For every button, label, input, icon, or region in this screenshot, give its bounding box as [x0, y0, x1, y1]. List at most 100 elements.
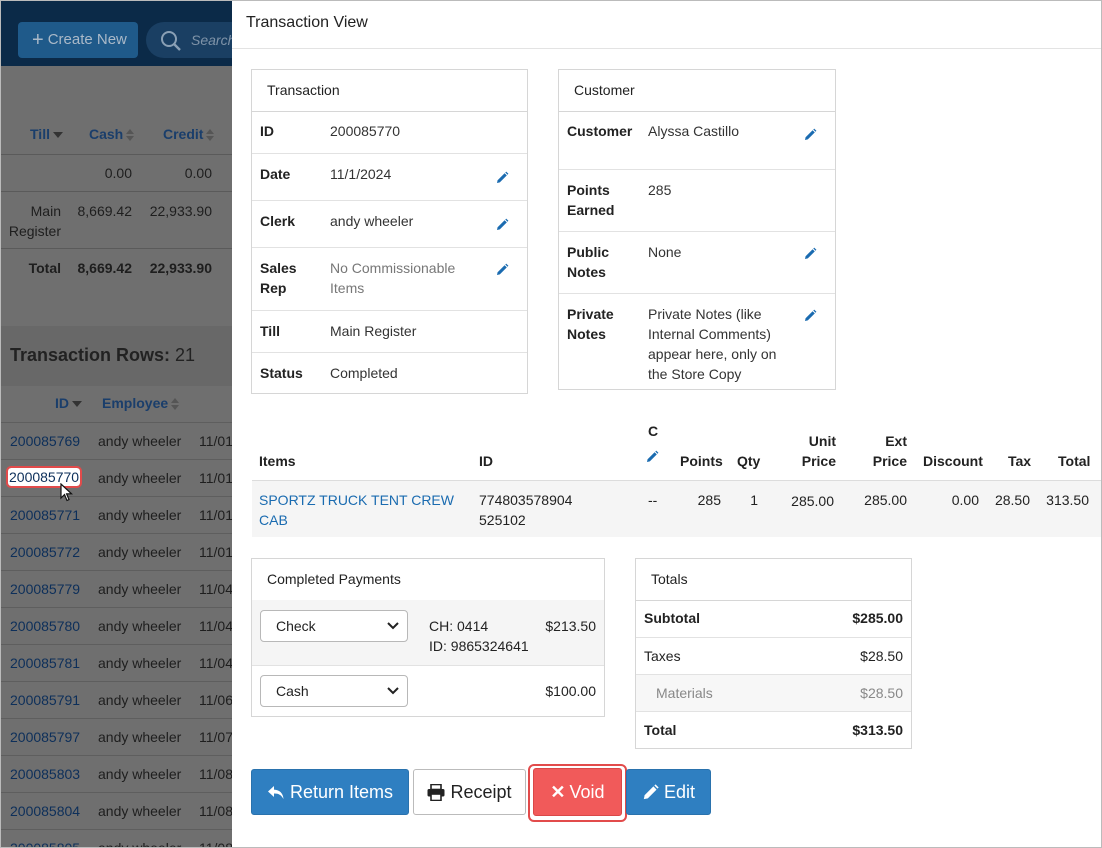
date-cell: 11/04 — [199, 655, 232, 671]
field-label: Till — [260, 323, 280, 339]
field-label: Status — [260, 365, 303, 381]
till-value: Main Register — [330, 323, 417, 339]
transaction-id-row: ID 200085770 — [252, 111, 527, 153]
column-header-credit[interactable]: Credit — [163, 126, 215, 142]
field-label: Total — [644, 722, 677, 738]
clerk-row: Clerk andy wheeler — [252, 200, 527, 248]
transaction-id-link[interactable]: 200085781 — [10, 655, 80, 671]
item-unit-price: 285.00 — [791, 493, 834, 509]
pencil-icon — [643, 784, 659, 800]
payment-detail: CH: 0414 ID: 9865324641 — [429, 618, 529, 654]
transaction-id-value: 200085770 — [330, 123, 401, 139]
void-button[interactable]: ✕ Void — [533, 768, 622, 816]
till-row: Till Main Register — [252, 310, 527, 353]
employee-cell: andy wheeler — [98, 655, 182, 671]
total-row: Total $313.50 — [636, 711, 911, 749]
date-cell: 11/04 — [199, 618, 232, 634]
edit-pencil-icon[interactable] — [495, 218, 509, 232]
transaction-id-link[interactable]: 200085779 — [10, 581, 80, 597]
table-row[interactable]: 200085803 andy wheeler 11/08 — [0, 755, 232, 793]
transaction-rows-title: Transaction Rows: 21 — [10, 345, 196, 365]
payment-amount: $213.50 — [545, 618, 596, 634]
table-row[interactable]: 200085779 andy wheeler 11/04 — [0, 570, 232, 608]
payment-method-select[interactable]: Check — [260, 610, 408, 642]
column-header-cash[interactable]: Cash — [89, 126, 135, 142]
edit-pencil-icon[interactable] — [495, 263, 509, 277]
sales-rep-value: No Commissionable Items — [330, 260, 456, 296]
transaction-id-link[interactable]: 200085804 — [10, 803, 80, 819]
table-row[interactable]: 200085797 andy wheeler 11/07 — [0, 718, 232, 756]
summary-cash: 8,669.42 — [77, 203, 133, 219]
edit-pencil-icon[interactable] — [803, 309, 817, 323]
column-header-discount: Discount — [923, 453, 983, 469]
field-label: Clerk — [260, 213, 296, 229]
table-row[interactable]: 200085791 andy wheeler 11/06 — [0, 681, 232, 719]
customer-name-value: Alyssa Castillo — [648, 123, 740, 139]
column-header-c: C — [648, 423, 659, 439]
summary-cash: 8,669.42 — [77, 260, 133, 276]
summary-credit: 0.00 — [184, 165, 212, 181]
table-row[interactable]: 200085769 andy wheeler 11/01 — [0, 422, 232, 460]
edit-button[interactable]: Edit — [626, 769, 711, 815]
edit-pencil-icon[interactable] — [645, 450, 659, 464]
table-row[interactable]: 200085781 andy wheeler 11/04 — [0, 644, 232, 682]
private-notes-value: Private Notes (like Internal Comments) app… — [648, 306, 777, 382]
employee-cell: andy wheeler — [98, 692, 182, 708]
transaction-id-link[interactable]: 200085769 — [10, 433, 80, 449]
transaction-id-link[interactable]: 200085771 — [10, 507, 80, 523]
divider — [0, 154, 232, 155]
payment-method-select[interactable]: Cash — [260, 675, 408, 707]
column-header-id[interactable]: ID — [55, 395, 82, 411]
column-header-till[interactable]: Till — [30, 126, 63, 142]
transaction-id-link[interactable]: 200085780 — [10, 618, 80, 634]
edit-pencil-icon[interactable] — [803, 128, 817, 142]
employee-cell: andy wheeler — [98, 433, 182, 449]
date-cell: 11/08 — [199, 840, 232, 848]
card-header: Customer — [559, 70, 835, 112]
table-row[interactable]: 200085780 andy wheeler 11/04 — [0, 607, 232, 645]
date-value: 11/1/2024 — [330, 166, 392, 182]
date-cell: 11/08 — [199, 766, 232, 782]
payment-row: Check CH: 0414 ID: 9865324641 $213.50 — [252, 600, 604, 665]
return-items-button[interactable]: Return Items — [251, 769, 409, 815]
item-name-link[interactable]: SPORTZ TRUCK TENT CREW CAB — [259, 490, 459, 530]
sales-rep-row: Sales Rep No Commissionable Items — [252, 247, 527, 311]
table-row[interactable]: 200085804 andy wheeler 11/08 — [0, 792, 232, 830]
points-value: 285 — [648, 182, 672, 198]
date-row: Date 11/1/2024 — [252, 153, 527, 201]
employee-cell: andy wheeler — [98, 803, 182, 819]
customer-card: Customer Customer Alyssa Castillo Points… — [558, 69, 836, 390]
employee-cell: andy wheeler — [98, 729, 182, 745]
table-row[interactable]: 200085770 andy wheeler 11/01 — [0, 459, 232, 497]
item-ext-price: 285.00 — [864, 492, 907, 508]
sort-icon — [206, 129, 215, 141]
item-discount: 0.00 — [951, 492, 979, 508]
transaction-id-link[interactable]: 200085791 — [10, 692, 80, 708]
edit-pencil-icon[interactable] — [803, 247, 817, 261]
divider — [232, 48, 1102, 49]
item-c: -- — [648, 492, 658, 508]
edit-pencil-icon[interactable] — [495, 171, 509, 185]
table-row[interactable]: 200085805 andy wheeler 11/08 — [0, 829, 232, 848]
plus-icon: + — [32, 29, 44, 51]
create-new-button[interactable]: + Create New — [18, 22, 138, 58]
taxes-row: Taxes $28.50 — [636, 637, 911, 675]
column-header-items: Items — [259, 453, 296, 469]
date-cell: 11/01 — [199, 470, 232, 486]
field-label: Date — [260, 166, 291, 182]
employee-cell: andy wheeler — [98, 507, 182, 523]
modal-title: Transaction View — [246, 14, 368, 31]
transaction-id-link[interactable]: 200085803 — [10, 766, 80, 782]
transaction-card: Transaction ID 200085770 Date 11/1/2024 … — [251, 69, 528, 394]
transaction-id-link[interactable]: 200085772 — [10, 544, 80, 560]
table-row[interactable]: 200085771 andy wheeler 11/01 — [0, 496, 232, 534]
transaction-id-link[interactable]: 200085797 — [10, 729, 80, 745]
table-row[interactable]: 200085772 andy wheeler 11/01 — [0, 533, 232, 571]
table-row: SPORTZ TRUCK TENT CREW CAB 774803578904 52… — [252, 480, 1102, 537]
field-label: Customer — [567, 123, 633, 139]
receipt-button[interactable]: Receipt — [413, 769, 526, 815]
chevron-down-icon — [387, 687, 399, 695]
column-header-employee[interactable]: Employee — [102, 395, 180, 411]
search-input[interactable]: Search — [146, 22, 232, 58]
transaction-id-link[interactable]: 200085805 — [10, 840, 80, 848]
